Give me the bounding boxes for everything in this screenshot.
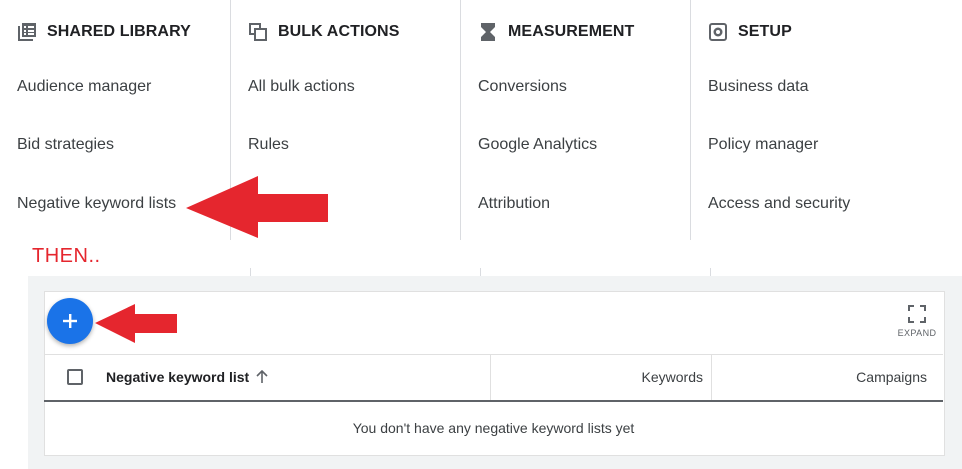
section-title: MEASUREMENT (508, 23, 635, 40)
expand-label: EXPAND (897, 328, 937, 338)
arrow-up-icon (256, 370, 268, 383)
menu-item-attribution[interactable]: Attribution (478, 195, 550, 213)
annotation-arrow-add-button (95, 304, 177, 343)
select-all-checkbox[interactable] (67, 369, 83, 385)
section-title: SHARED LIBRARY (47, 23, 191, 40)
column-divider (490, 355, 491, 400)
menu-item-access-and-security[interactable]: Access and security (708, 195, 850, 213)
table-header-row: Negative keyword list Keywords Campaigns (44, 354, 943, 402)
plus-icon (63, 314, 77, 328)
menu-item-rules[interactable]: Rules (248, 136, 289, 154)
bulk-copy-icon (248, 22, 268, 42)
menu-item-all-bulk-actions[interactable]: All bulk actions (248, 78, 355, 96)
menu-item-conversions[interactable]: Conversions (478, 78, 567, 96)
divider (250, 268, 251, 276)
menu-column-setup: SETUP Business data Policy manager Acces… (690, 0, 962, 240)
section-title: BULK ACTIONS (278, 23, 400, 40)
section-heading-measurement: MEASUREMENT (478, 21, 634, 43)
column-header-label: Negative keyword list (106, 369, 250, 385)
empty-state-message: You don't have any negative keyword list… (352, 420, 635, 436)
menu-column-measurement: MEASUREMENT Conversions Google Analytics… (460, 0, 691, 240)
menu-item-business-data[interactable]: Business data (708, 78, 809, 96)
menu-item-google-analytics[interactable]: Google Analytics (478, 136, 597, 154)
expand-button[interactable]: EXPAND (896, 305, 938, 347)
column-header-negative-keyword-list[interactable]: Negative keyword list (106, 369, 269, 385)
hourglass-icon (478, 22, 498, 42)
column-header-campaigns[interactable]: Campaigns (856, 369, 927, 385)
menu-item-bid-strategies[interactable]: Bid strategies (17, 136, 114, 154)
annotation-arrow-menu (186, 176, 328, 238)
menu-item-audience-manager[interactable]: Audience manager (17, 78, 151, 96)
divider (480, 268, 481, 276)
divider (710, 268, 711, 276)
section-title: SETUP (738, 23, 792, 40)
menu-item-policy-manager[interactable]: Policy manager (708, 136, 818, 154)
add-negative-keyword-list-button[interactable] (47, 298, 93, 344)
section-heading-bulk-actions: BULK ACTIONS (248, 21, 400, 43)
annotation-then-label: THEN.. (32, 245, 101, 267)
tools-menu: SHARED LIBRARY Audience manager Bid stra… (0, 0, 962, 240)
menu-item-negative-keyword-lists[interactable]: Negative keyword lists (17, 195, 176, 213)
column-header-keywords[interactable]: Keywords (642, 369, 703, 385)
fullscreen-icon (908, 305, 926, 323)
settings-icon (708, 22, 728, 42)
section-heading-shared-library: SHARED LIBRARY (17, 21, 191, 43)
column-divider (711, 355, 712, 400)
library-icon (17, 22, 37, 42)
section-heading-setup: SETUP (708, 21, 792, 43)
